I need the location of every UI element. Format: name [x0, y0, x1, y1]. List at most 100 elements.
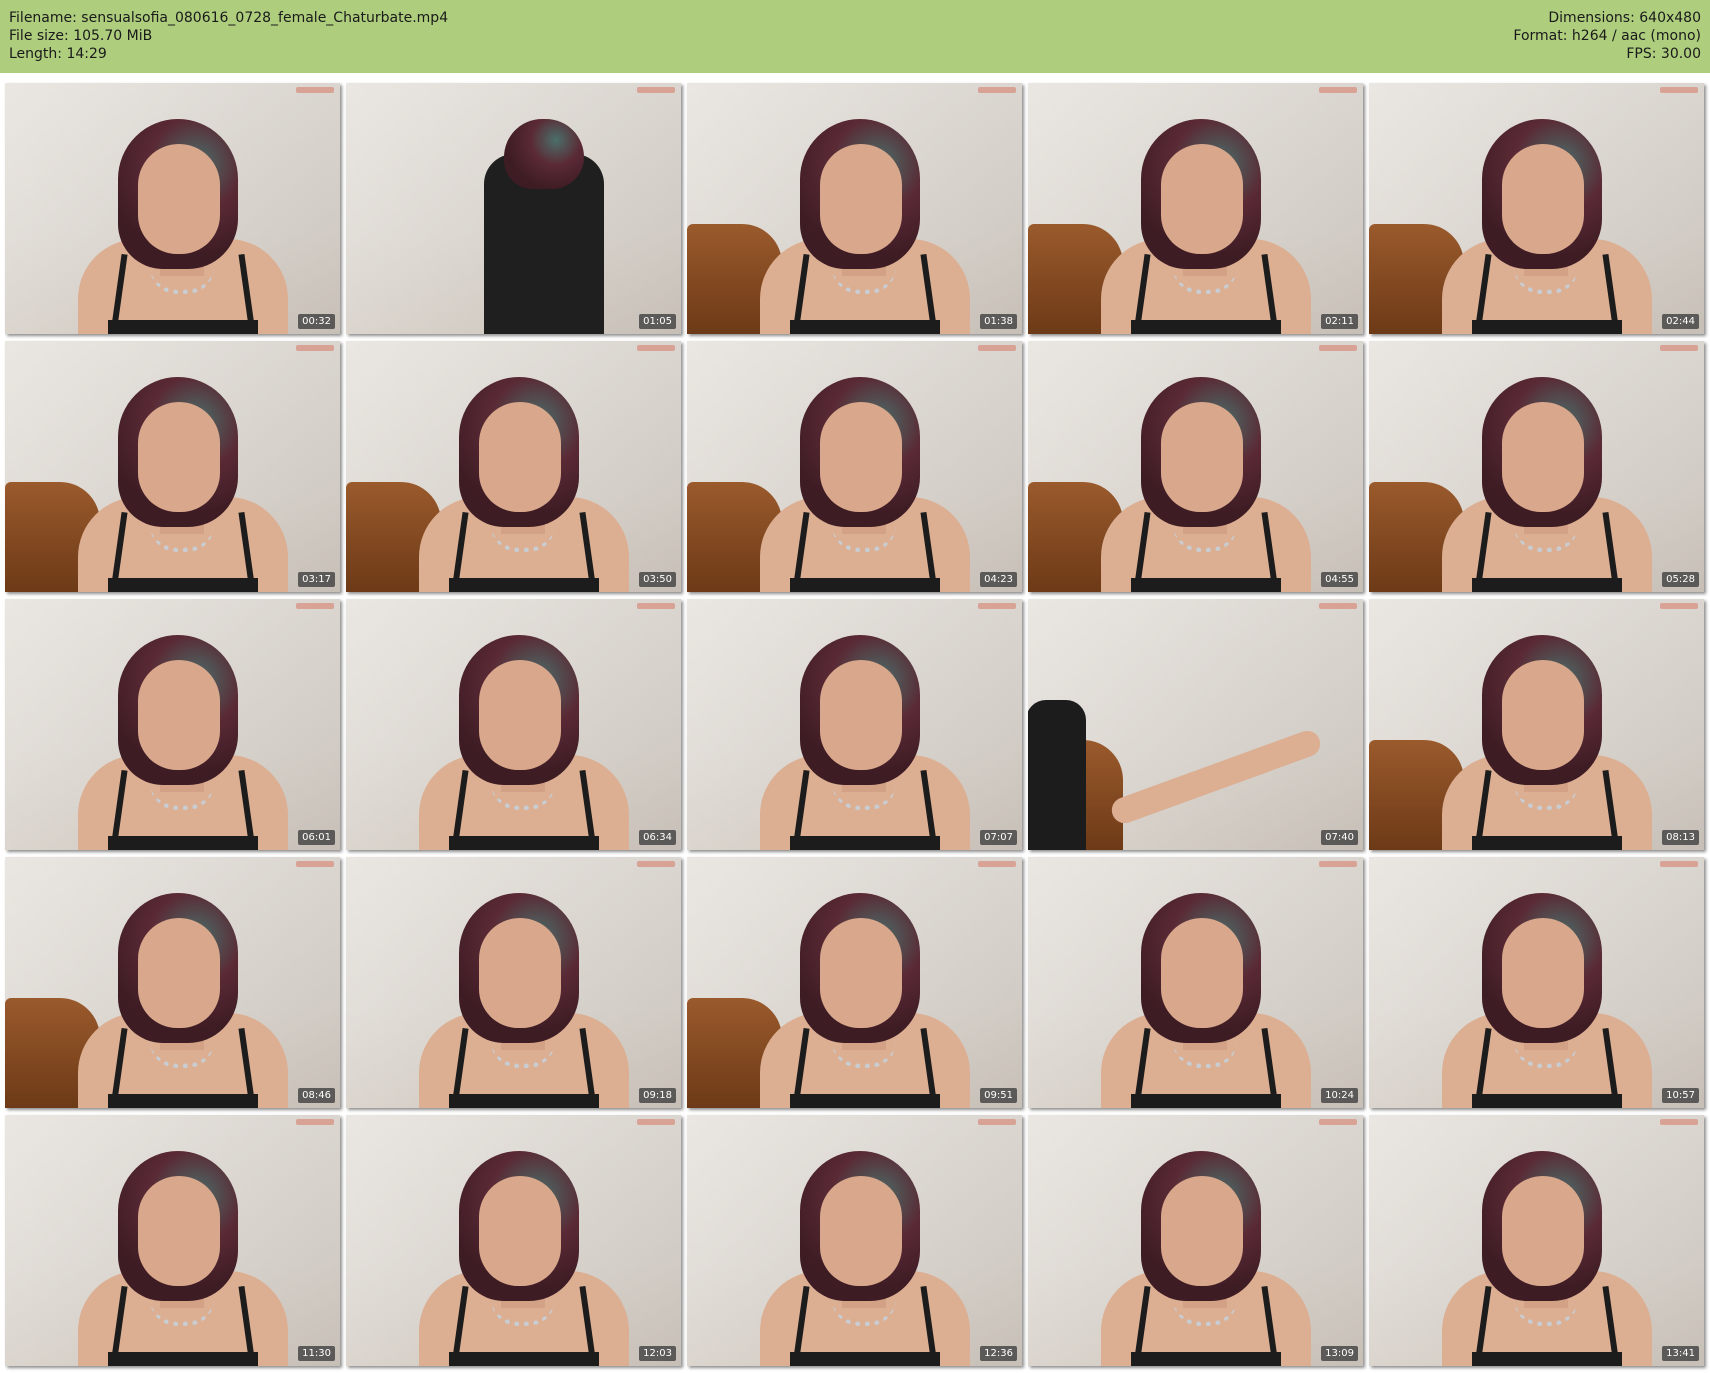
watermark-logo — [1319, 1119, 1357, 1125]
watermark-logo — [1319, 861, 1357, 867]
figure-top — [1130, 1094, 1281, 1108]
timestamp-label: 02:44 — [1662, 314, 1699, 329]
figure-face — [1160, 402, 1243, 512]
figure-face — [137, 660, 220, 770]
person-figure — [759, 635, 970, 850]
person-figure — [418, 1151, 629, 1366]
thumbnail[interactable]: 09:51 — [687, 857, 1022, 1108]
thumbnail[interactable]: 02:11 — [1028, 83, 1363, 334]
thumbnail[interactable]: 09:18 — [346, 857, 681, 1108]
watermark-logo — [978, 603, 1016, 609]
figure-face — [1501, 144, 1584, 254]
thumbnail-grid: 00:32 01:05 01:38 02:11 02:44 03:17 03:50 04:23… — [5, 83, 1705, 1368]
timestamp-label: 05:28 — [1662, 572, 1699, 587]
figure-top — [1130, 1352, 1281, 1366]
person-figure — [759, 377, 970, 592]
timestamp-label: 03:17 — [298, 572, 335, 587]
watermark-logo — [296, 1119, 334, 1125]
thumbnail[interactable]: 02:44 — [1369, 83, 1704, 334]
timestamp-label: 04:23 — [980, 572, 1017, 587]
person-figure — [1441, 119, 1652, 334]
figure-top — [1471, 1352, 1622, 1366]
thumbnail[interactable]: 01:38 — [687, 83, 1022, 334]
watermark-logo — [978, 1119, 1016, 1125]
thumbnail[interactable]: 05:28 — [1369, 341, 1704, 592]
figure-top — [789, 1352, 940, 1366]
figure-top — [107, 836, 258, 850]
figure-top — [107, 1094, 258, 1108]
figure-face — [819, 1176, 902, 1286]
timestamp-label: 03:50 — [639, 572, 676, 587]
person-figure — [77, 635, 288, 850]
person-figure — [759, 119, 970, 334]
figure-face — [478, 660, 561, 770]
timestamp-label: 01:05 — [639, 314, 676, 329]
thumbnail[interactable]: 04:55 — [1028, 341, 1363, 592]
thumbnail[interactable]: 08:13 — [1369, 599, 1704, 850]
file-info: Filename: sensualsofia_080616_0728_femal… — [9, 9, 448, 63]
thumbnail[interactable]: 03:50 — [346, 341, 681, 592]
timestamp-label: 08:46 — [298, 1088, 335, 1103]
watermark-logo — [978, 87, 1016, 93]
thumbnail[interactable]: 12:36 — [687, 1115, 1022, 1366]
stream-info: Dimensions: 640x480 Format: h264 / aac (… — [1513, 9, 1701, 63]
watermark-logo — [1660, 603, 1698, 609]
timestamp-label: 01:38 — [980, 314, 1017, 329]
timestamp-label: 09:18 — [639, 1088, 676, 1103]
thumbnail[interactable]: 07:40 — [1028, 599, 1363, 850]
thumbnail[interactable]: 00:32 — [5, 83, 340, 334]
person-figure — [1100, 1151, 1311, 1366]
timestamp-label: 13:41 — [1662, 1346, 1699, 1361]
thumbnail[interactable]: 07:07 — [687, 599, 1022, 850]
person-figure — [759, 893, 970, 1108]
watermark-logo — [637, 1119, 675, 1125]
filename-text: Filename: sensualsofia_080616_0728_femal… — [9, 10, 449, 26]
timestamp-label: 02:11 — [1321, 314, 1358, 329]
figure-face — [819, 660, 902, 770]
watermark-logo — [978, 861, 1016, 867]
figure-top — [1130, 578, 1281, 592]
timestamp-label: 13:09 — [1321, 1346, 1358, 1361]
timestamp-label: 12:36 — [980, 1346, 1017, 1361]
figure-hair — [503, 119, 584, 189]
figure-face — [137, 144, 220, 254]
watermark-logo — [1660, 87, 1698, 93]
watermark-logo — [296, 603, 334, 609]
fps-text: FPS: 30.00 — [1626, 46, 1701, 62]
figure-face — [137, 402, 220, 512]
thumbnail[interactable]: 10:24 — [1028, 857, 1363, 1108]
thumbnail[interactable]: 12:03 — [346, 1115, 681, 1366]
person-figure — [418, 635, 629, 850]
thumbnail[interactable]: 13:41 — [1369, 1115, 1704, 1366]
person-figure — [1100, 893, 1311, 1108]
timestamp-label: 09:51 — [980, 1088, 1017, 1103]
thumbnail[interactable]: 01:05 — [346, 83, 681, 334]
thumbnail[interactable]: 06:34 — [346, 599, 681, 850]
figure-top — [448, 836, 599, 850]
timestamp-label: 04:55 — [1321, 572, 1358, 587]
thumbnail[interactable]: 08:46 — [5, 857, 340, 1108]
watermark-logo — [637, 603, 675, 609]
dimensions-text: Dimensions: 640x480 — [1548, 10, 1701, 26]
figure-face — [478, 1176, 561, 1286]
timestamp-label: 07:40 — [1321, 830, 1358, 845]
thumbnail[interactable]: 11:30 — [5, 1115, 340, 1366]
thumbnail[interactable]: 04:23 — [687, 341, 1022, 592]
watermark-logo — [637, 87, 675, 93]
watermark-logo — [1319, 603, 1357, 609]
figure-face — [819, 918, 902, 1028]
info-header: Filename: sensualsofia_080616_0728_femal… — [0, 0, 1710, 73]
person-figure — [1100, 119, 1311, 334]
thumbnail[interactable]: 06:01 — [5, 599, 340, 850]
watermark-logo — [296, 345, 334, 351]
timestamp-label: 06:34 — [639, 830, 676, 845]
timestamp-label: 07:07 — [980, 830, 1017, 845]
thumbnail[interactable]: 03:17 — [5, 341, 340, 592]
thumbnail[interactable]: 10:57 — [1369, 857, 1704, 1108]
timestamp-label: 10:24 — [1321, 1088, 1358, 1103]
figure-top — [1471, 578, 1622, 592]
figure-face — [1501, 918, 1584, 1028]
person-figure — [77, 119, 288, 334]
person-figure — [77, 377, 288, 592]
thumbnail[interactable]: 13:09 — [1028, 1115, 1363, 1366]
